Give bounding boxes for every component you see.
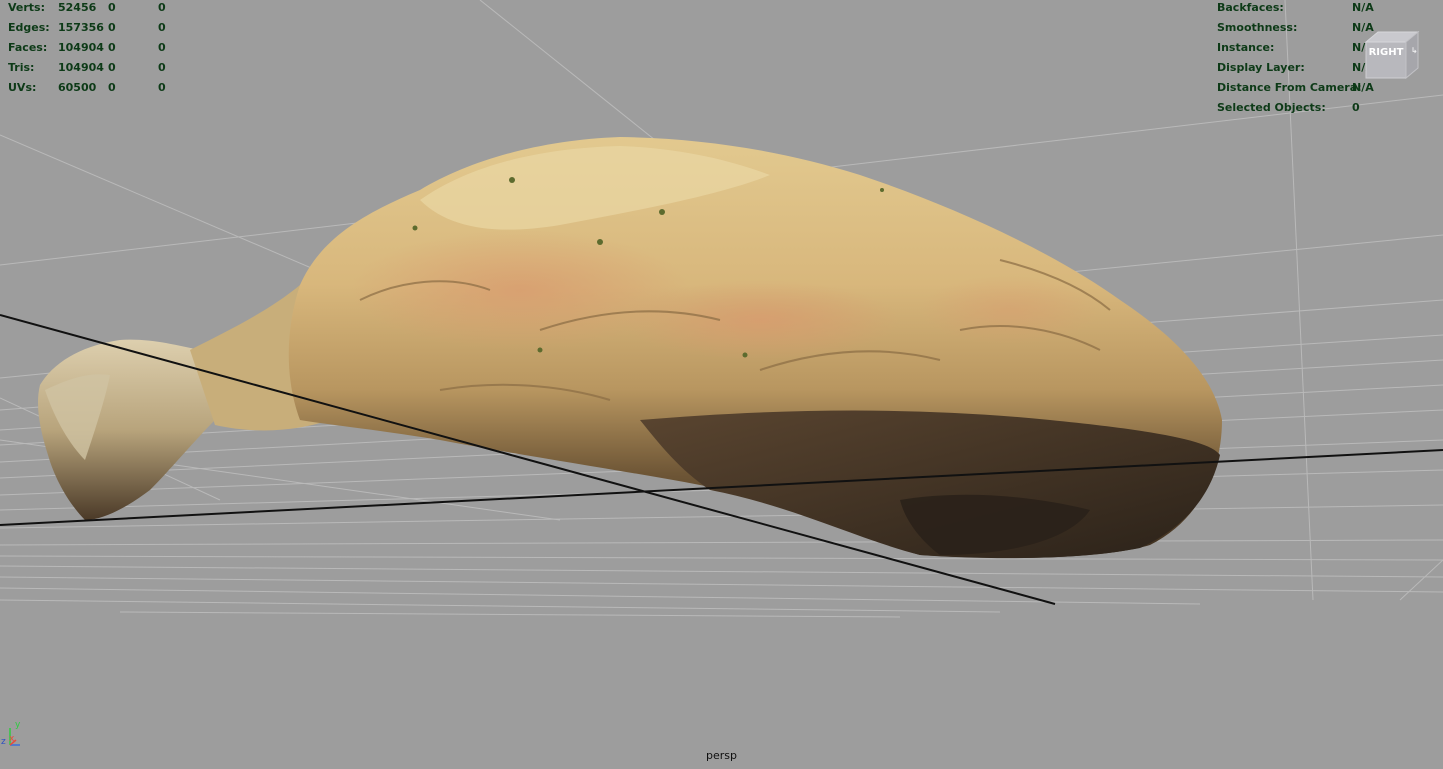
- poly-count-selected-secondary: 0: [158, 41, 166, 54]
- object-info-label: Display Layer:: [1217, 61, 1305, 74]
- poly-count-row: Faces: 104904 0 0: [8, 38, 208, 58]
- object-info-value: 0: [1352, 101, 1360, 114]
- poly-count-value: 157356: [58, 21, 104, 34]
- object-info-label: Smoothness:: [1217, 21, 1298, 34]
- poly-count-selected: 0: [108, 1, 116, 14]
- object-info-label: Distance From Camera:: [1217, 81, 1362, 94]
- object-info-value: N/A: [1352, 81, 1374, 94]
- poly-count-selected-secondary: 0: [158, 1, 166, 14]
- poly-count-label: Tris:: [8, 61, 35, 74]
- axis-gizmo-y-label: y: [15, 720, 21, 730]
- poly-count-selected-secondary: 0: [158, 81, 166, 94]
- axis-gizmo: y x z: [1, 720, 21, 747]
- poly-count-row: UVs: 60500 0 0: [8, 78, 208, 98]
- object-info-label: Instance:: [1217, 41, 1275, 54]
- object-info-row: Backfaces: N/A: [1217, 0, 1417, 18]
- perspective-viewport[interactable]: Verts: 52456 0 0 Edges: 157356 0 0 Faces: 104904 0…: [0, 0, 1443, 769]
- poly-count-value: 60500: [58, 81, 97, 94]
- object-info-row: Distance From Camera: N/A: [1217, 78, 1417, 98]
- poly-count-value: 104904: [58, 41, 104, 54]
- view-cube[interactable]: RIGHT ↳: [1364, 28, 1420, 80]
- poly-count-row: Verts: 52456 0 0: [8, 0, 208, 18]
- poly-count-selected: 0: [108, 81, 116, 94]
- poly-count-value: 52456: [58, 1, 97, 14]
- poly-count-label: Verts:: [8, 1, 46, 14]
- poly-count-selected: 0: [108, 41, 116, 54]
- object-info-value: N/A: [1352, 1, 1374, 14]
- camera-name-label: persp: [706, 749, 737, 762]
- poly-count-label: Edges:: [8, 21, 50, 34]
- object-info-row: Selected Objects: 0: [1217, 98, 1417, 118]
- axis-gizmo-x-label: x: [9, 734, 15, 744]
- poly-count-selected-secondary: 0: [158, 61, 166, 74]
- svg-text:↳: ↳: [1411, 46, 1418, 55]
- object-info-label: Selected Objects:: [1217, 101, 1326, 114]
- poly-count-label: Faces:: [8, 41, 48, 54]
- poly-count-value: 104904: [58, 61, 104, 74]
- object-info-label: Backfaces:: [1217, 1, 1284, 14]
- poly-count-label: UVs:: [8, 81, 37, 94]
- poly-count-row: Tris: 104904 0 0: [8, 58, 208, 78]
- view-cube-face-label: RIGHT: [1369, 47, 1404, 58]
- axis-gizmo-z-label: z: [1, 737, 6, 747]
- poly-count-selected-secondary: 0: [158, 21, 166, 34]
- poly-count-selected: 0: [108, 61, 116, 74]
- poly-count-hud: Verts: 52456 0 0 Edges: 157356 0 0 Faces: 104904 0…: [8, 0, 208, 98]
- poly-count-row: Edges: 157356 0 0: [8, 18, 208, 38]
- drumstick-model: [37, 137, 1222, 559]
- poly-count-selected: 0: [108, 21, 116, 34]
